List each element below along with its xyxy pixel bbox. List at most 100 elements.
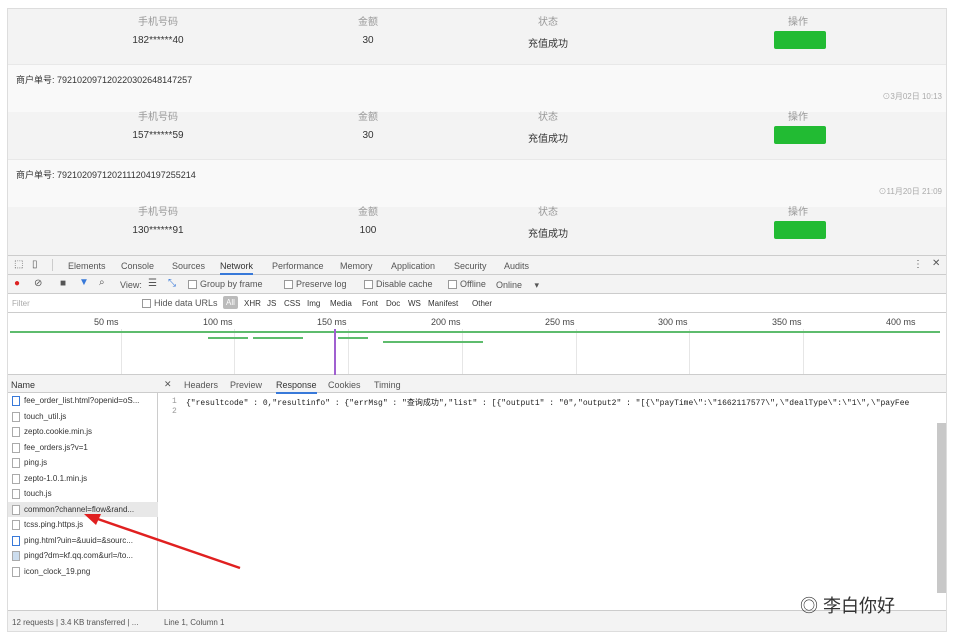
filter-icon[interactable]: ▼	[79, 277, 89, 288]
header-status: 状态	[538, 112, 558, 123]
tab-network[interactable]: Network	[220, 261, 254, 275]
action-button[interactable]	[774, 221, 826, 239]
request-row[interactable]: zepto.cookie.min.js	[8, 424, 158, 439]
overview-icon[interactable]: ⤡	[168, 278, 176, 289]
disable-cache-label: Disable cache	[376, 279, 433, 289]
header-phone: 手机号码	[138, 112, 178, 123]
request-row[interactable]: zepto-1.0.1.min.js	[8, 471, 158, 486]
order-number: 商户单号: 792102097120211120419725521​4	[16, 170, 196, 180]
tab-memory[interactable]: Memory	[340, 261, 373, 271]
header-amount: 金额	[358, 207, 378, 218]
tab-audits[interactable]: Audits	[504, 261, 529, 271]
type-doc[interactable]: Doc	[386, 299, 400, 308]
request-name: icon_clock_19.png	[24, 567, 91, 576]
tab-response[interactable]: Response	[276, 380, 317, 394]
tab-security[interactable]: Security	[454, 261, 487, 271]
tab-headers[interactable]: Headers	[184, 380, 218, 390]
close-icon[interactable]: ✕	[932, 258, 940, 269]
request-row[interactable]: ping.html?uin=&uuid=&sourc...	[8, 533, 158, 548]
request-name: fee_orders.js?v=1	[24, 443, 88, 452]
throttling-select[interactable]: Online ▾	[496, 280, 539, 291]
tab-cookies[interactable]: Cookies	[328, 380, 361, 390]
camera-icon[interactable]: ■	[60, 278, 66, 289]
offline-label: Offline	[460, 279, 486, 289]
tick-label: 50 ms	[94, 317, 119, 327]
type-xhr[interactable]: XHR	[244, 299, 261, 308]
type-ws[interactable]: WS	[408, 299, 421, 308]
devtools-panel: ⬚ ▯ Elements Console Sources Network Per…	[8, 255, 946, 631]
header-amount: 金额	[358, 112, 378, 123]
filter-input[interactable]: Filter	[12, 299, 30, 308]
request-name: zepto-1.0.1.min.js	[24, 474, 88, 483]
large-rows-icon[interactable]: ☰	[148, 278, 157, 289]
record-icon[interactable]: ●	[14, 278, 20, 289]
type-other[interactable]: Other	[472, 299, 492, 308]
tick-label: 300 ms	[658, 317, 688, 327]
tab-console[interactable]: Console	[121, 261, 154, 271]
tab-timing[interactable]: Timing	[374, 380, 401, 390]
tick-label: 150 ms	[317, 317, 347, 327]
request-row[interactable]: touch_util.js	[8, 409, 158, 424]
request-row[interactable]: ping.js	[8, 455, 158, 470]
request-name: touch.js	[24, 489, 52, 498]
type-css[interactable]: CSS	[284, 299, 300, 308]
type-manifest[interactable]: Manifest	[428, 299, 458, 308]
vertical-scrollbar[interactable]	[937, 423, 946, 593]
tab-application[interactable]: Application	[391, 261, 435, 271]
response-body[interactable]: 1 {"resultcode" : 0,"resultinfo" : {"err…	[158, 393, 946, 624]
gridline	[348, 329, 349, 374]
tab-sources[interactable]: Sources	[172, 261, 205, 271]
action-button[interactable]	[774, 126, 826, 144]
request-row-selected[interactable]: common?channel=flow&rand...	[8, 502, 158, 517]
request-name: pingd?dm=kf.qq.com&url=/to...	[24, 551, 133, 560]
offline-checkbox[interactable]: Offline	[448, 279, 486, 290]
request-row[interactable]: tcss.ping.https.js	[8, 517, 158, 532]
search-icon[interactable]: ⌕	[99, 277, 105, 288]
timeline-overview[interactable]: 50 ms 100 ms 150 ms 200 ms 250 ms 300 ms…	[8, 313, 946, 375]
hide-data-urls-label: Hide data URLs	[154, 298, 218, 308]
waterfall-bar	[383, 341, 483, 343]
gridline	[462, 329, 463, 374]
image-file-icon	[12, 551, 20, 561]
gridline	[234, 329, 235, 374]
tab-performance[interactable]: Performance	[272, 261, 324, 271]
gridline	[121, 329, 122, 374]
request-row[interactable]: fee_order_list.html?openid=oS...	[8, 393, 158, 408]
type-all[interactable]: All	[223, 296, 238, 309]
disable-cache-checkbox[interactable]: Disable cache	[364, 279, 433, 290]
waterfall-bar	[10, 331, 940, 333]
request-row[interactable]: pingd?dm=kf.qq.com&url=/to...	[8, 548, 158, 563]
header-amount: 金额	[358, 17, 378, 28]
image-file-icon	[12, 567, 20, 577]
html-file-icon	[12, 536, 20, 546]
hide-data-urls-checkbox[interactable]: Hide data URLs	[142, 298, 218, 309]
clear-icon[interactable]: ⊘	[34, 278, 42, 289]
header-phone: 手机号码	[138, 207, 178, 218]
cell-amount: 30	[362, 35, 374, 46]
request-row[interactable]: touch.js	[8, 486, 158, 501]
waterfall-bar	[208, 337, 248, 339]
line-number: 2	[172, 407, 177, 416]
type-font[interactable]: Font	[362, 299, 378, 308]
group-by-frame-checkbox[interactable]: Group by frame	[188, 279, 263, 290]
tab-preview[interactable]: Preview	[230, 380, 262, 390]
gridline	[689, 329, 690, 374]
close-detail-icon[interactable]: ✕	[164, 379, 172, 390]
type-img[interactable]: Img	[307, 299, 320, 308]
filter-bar: Filter Hide data URLs All XHR JS CSS Img…	[8, 294, 946, 313]
response-tab-bar: ✕ Headers Preview Response Cookies Timin…	[158, 375, 946, 394]
watermark-text: 李白你好	[823, 596, 896, 616]
request-row[interactable]: icon_clock_19.png	[8, 564, 158, 579]
gridline	[576, 329, 577, 374]
type-media[interactable]: Media	[330, 299, 352, 308]
device-toggle-icon[interactable]: ▯	[32, 259, 38, 270]
preserve-log-checkbox[interactable]: Preserve log	[284, 279, 347, 290]
request-summary: 12 requests | 3.4 KB transferred | ...	[12, 618, 139, 627]
tab-elements[interactable]: Elements	[68, 261, 106, 271]
more-menu-icon[interactable]: ⋮	[913, 259, 923, 270]
header-phone: 手机号码	[138, 17, 178, 28]
type-js[interactable]: JS	[267, 299, 276, 308]
request-row[interactable]: fee_orders.js?v=1	[8, 440, 158, 455]
inspect-icon[interactable]: ⬚	[14, 259, 23, 270]
action-button[interactable]	[774, 31, 826, 49]
